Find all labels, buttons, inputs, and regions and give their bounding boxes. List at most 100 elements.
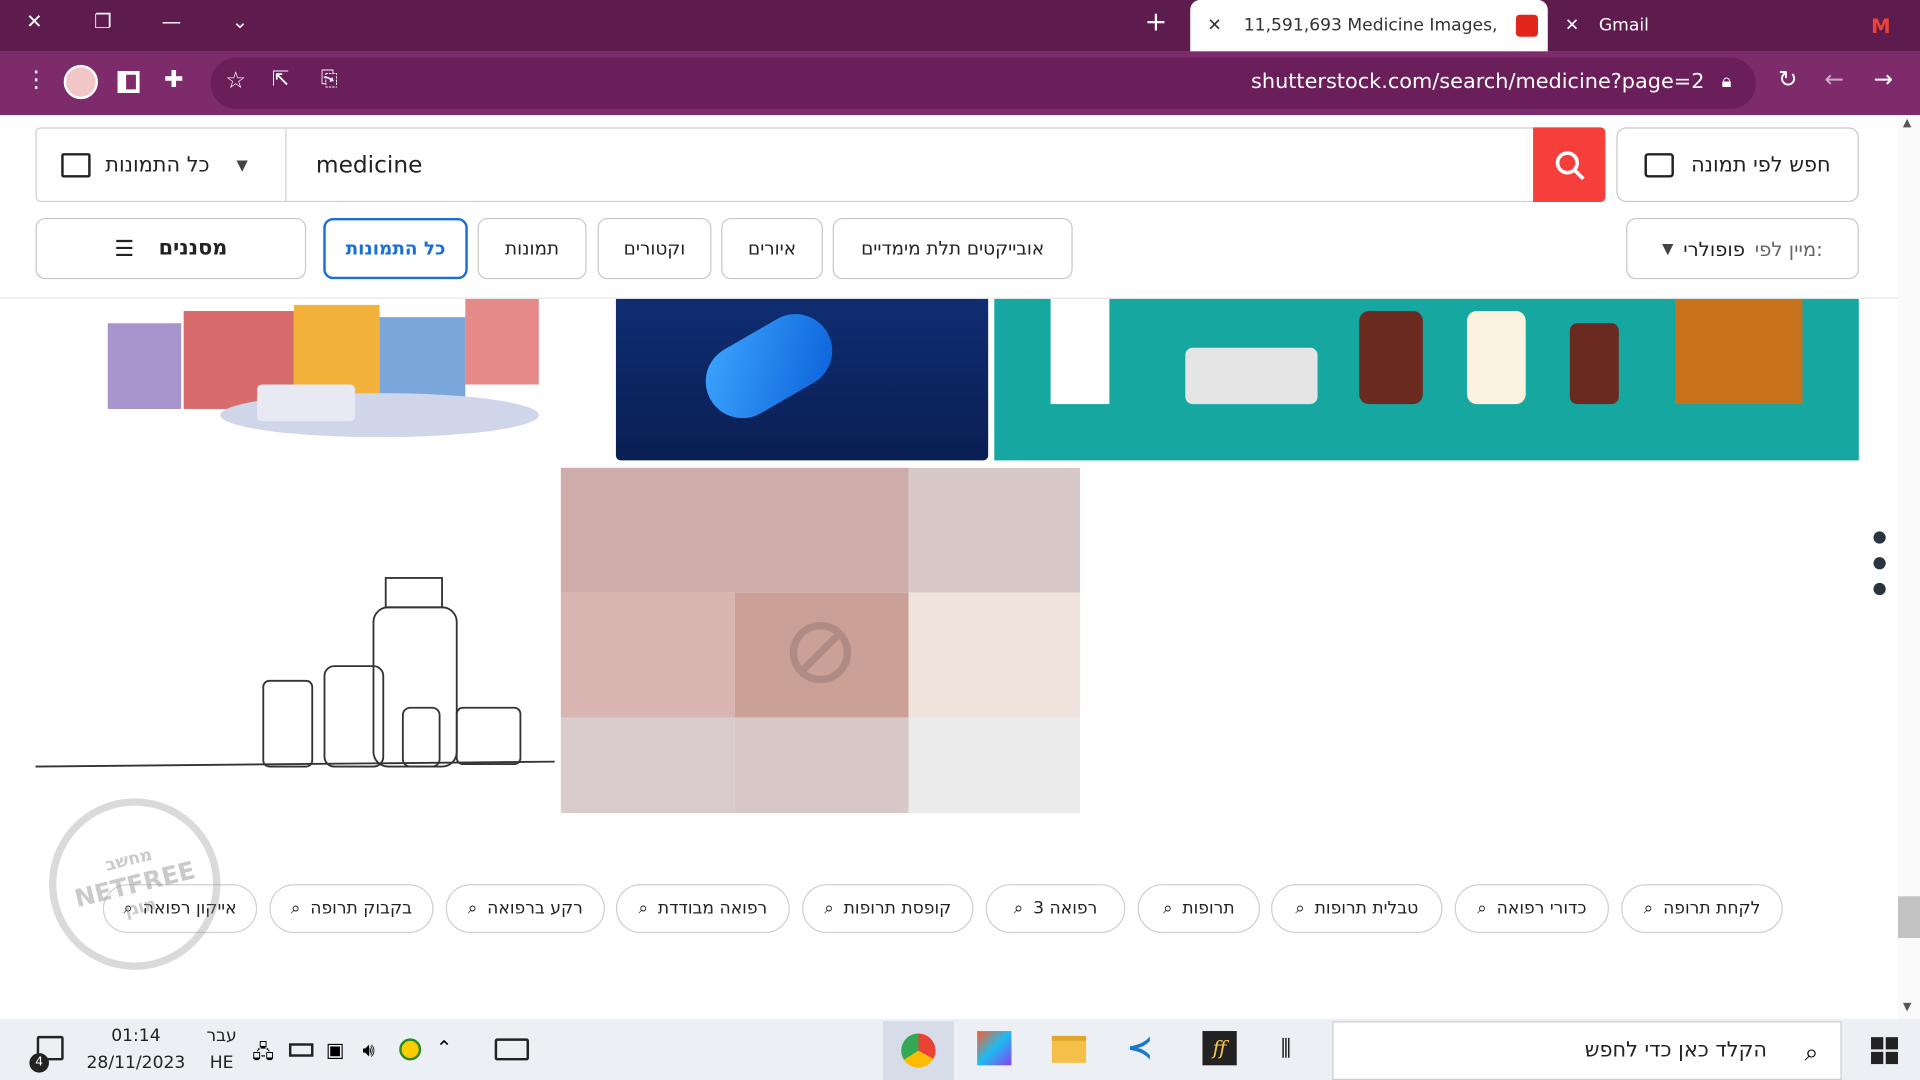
tab-title: Gmail bbox=[1598, 15, 1649, 36]
tab-title: 11,591,693 Medicine Images, Sto bbox=[1243, 15, 1499, 36]
extensions-icon[interactable]: ✚ bbox=[164, 66, 183, 93]
search-by-image-button[interactable]: חפש לפי תמונה bbox=[1616, 127, 1859, 203]
search-icon: ⌕ bbox=[1804, 1037, 1819, 1067]
carousel-dot[interactable] bbox=[1873, 557, 1886, 570]
blue-pill-image[interactable] bbox=[615, 298, 989, 461]
forward-icon[interactable]: → bbox=[1873, 66, 1892, 93]
display-icon[interactable]: ▣ bbox=[326, 1038, 345, 1061]
bottle-shape bbox=[1359, 311, 1423, 405]
blister-shape bbox=[1185, 347, 1318, 405]
taskbar-chrome-app[interactable] bbox=[882, 1021, 954, 1080]
shutterstock-favicon-icon bbox=[1515, 14, 1538, 37]
blocked-image-placeholder[interactable] bbox=[560, 467, 1081, 814]
pharmacy-vector-image[interactable] bbox=[994, 298, 1859, 461]
chevron-up-icon[interactable]: ⌃ bbox=[436, 1036, 452, 1059]
search-icon: ⌕ bbox=[467, 898, 478, 919]
chevron-down-icon: ▼ bbox=[1662, 240, 1674, 258]
fontforge-icon[interactable]: ff bbox=[1202, 1031, 1237, 1066]
tab-shutterstock[interactable]: ✕ 11,591,693 Medicine Images, Sto bbox=[1190, 0, 1548, 52]
back-icon[interactable]: ← bbox=[1825, 66, 1844, 93]
carousel-dot[interactable] bbox=[1873, 582, 1886, 596]
filters-button[interactable]: ☰ מסננים bbox=[35, 217, 307, 280]
box-shape bbox=[1050, 298, 1110, 405]
language-code: HE bbox=[209, 1053, 234, 1073]
box-shape bbox=[1675, 298, 1803, 405]
sidebar-icon[interactable] bbox=[117, 71, 140, 94]
related-search-chip[interactable]: ⌕ רקע ברפואה bbox=[445, 884, 605, 934]
minimize-window-icon[interactable]: — bbox=[157, 10, 186, 33]
vscode-icon[interactable]: ≺ bbox=[1127, 1031, 1161, 1065]
filter-3d-objects[interactable]: אובייקטים תלת מימדיים bbox=[832, 217, 1073, 280]
related-search-chip[interactable]: ⌕ בקבוק תרופה bbox=[269, 884, 434, 934]
search-icon: ⌕ bbox=[1162, 898, 1173, 919]
blocked-icon bbox=[789, 622, 852, 684]
translate-icon[interactable]: ⎘ bbox=[321, 67, 338, 91]
chevron-down-icon: ▼ bbox=[236, 156, 248, 174]
new-tab-icon[interactable]: + bbox=[1141, 7, 1170, 38]
taskbar-search-box[interactable]: הקלד כאן כדי לחפש ⌕ bbox=[1332, 1021, 1842, 1080]
bottle-shape bbox=[1569, 323, 1619, 405]
search-icon: ⌕ bbox=[638, 898, 649, 919]
battery-icon[interactable] bbox=[288, 1043, 314, 1057]
file-explorer-icon[interactable] bbox=[1051, 1035, 1087, 1063]
carousel-dot[interactable] bbox=[1873, 531, 1886, 544]
search-button[interactable] bbox=[1533, 127, 1606, 203]
volume-icon[interactable]: 🔊︎ bbox=[362, 1038, 374, 1062]
related-search-chip[interactable]: ⌕ תרופות bbox=[1137, 884, 1261, 934]
related-search-chip[interactable]: ⌕ כדורי רפואה bbox=[1454, 884, 1609, 934]
clock-time[interactable]: 01:14 bbox=[88, 1026, 184, 1046]
filter-illustrations[interactable]: איורים bbox=[721, 217, 823, 280]
image-type-dropdown[interactable]: כל התמונות ▼ bbox=[37, 128, 287, 201]
related-search-chip[interactable]: ⌕ לקחת תרופה bbox=[1621, 884, 1783, 934]
restore-window-icon[interactable]: ❐ bbox=[88, 10, 117, 33]
related-search-chip[interactable]: ⌕ טבלית תרופות bbox=[1271, 884, 1443, 934]
clock-date[interactable]: 28/11/2023 bbox=[78, 1053, 193, 1073]
bottle-shape bbox=[1466, 311, 1526, 405]
tab-gmail[interactable]: ✕ Gmail M bbox=[1550, 0, 1920, 51]
related-search-chip[interactable]: ⌕ קופסת תרופות bbox=[802, 884, 974, 934]
scrollbar-thumb[interactable] bbox=[1897, 896, 1920, 938]
close-tab-icon[interactable]: ✕ bbox=[1207, 16, 1221, 36]
line-art-medicine-image[interactable] bbox=[35, 571, 558, 774]
news-widget-icon[interactable] bbox=[494, 1038, 529, 1061]
search-icon: ⌕ bbox=[824, 898, 834, 919]
filter-all-images[interactable]: כל התמונות bbox=[323, 217, 468, 280]
network-icon[interactable]: 🖧︎ bbox=[252, 1038, 274, 1071]
tab-search-icon[interactable]: ⌄ bbox=[225, 10, 254, 33]
gmail-favicon-icon: M bbox=[1871, 14, 1891, 38]
netfree-watermark: מחשב NETFREE מוגן bbox=[30, 780, 239, 988]
language-indicator[interactable]: עבר bbox=[203, 1026, 240, 1046]
search-icon: ⌕ bbox=[1643, 898, 1654, 919]
windows-start-icon[interactable] bbox=[1871, 1037, 1898, 1065]
bookmark-star-icon[interactable]: ☆ bbox=[225, 67, 246, 94]
chrome-icon bbox=[901, 1033, 936, 1068]
search-icon: ⌕ bbox=[1013, 898, 1024, 919]
filter-photos[interactable]: תמונות bbox=[477, 217, 587, 280]
search-icon bbox=[1555, 150, 1584, 180]
filter-vectors[interactable]: וקטורים bbox=[597, 217, 712, 280]
medicine-illustration-image[interactable] bbox=[73, 298, 563, 470]
menu-dots-icon[interactable]: ⋮ bbox=[24, 66, 47, 93]
page-scrollbar[interactable]: ▲ ▼ bbox=[1897, 115, 1920, 1019]
search-icon: ⌕ bbox=[1477, 898, 1487, 919]
notification-count: 4 bbox=[29, 1053, 49, 1073]
url-text[interactable]: shutterstock.com/search/medicine?page=2 bbox=[1251, 70, 1704, 94]
close-tab-icon[interactable]: ✕ bbox=[1565, 16, 1579, 36]
task-view-icon[interactable]: ⫼ bbox=[1281, 1036, 1291, 1062]
pill-shape bbox=[692, 300, 846, 432]
search-input[interactable]: medicine bbox=[316, 152, 423, 179]
image-icon bbox=[61, 152, 91, 177]
related-search-chip[interactable]: ⌕ רפואה מבודדת bbox=[615, 884, 790, 934]
profile-avatar[interactable] bbox=[63, 64, 98, 100]
search-icon: ⌕ bbox=[290, 898, 301, 919]
share-icon[interactable]: ⇱ bbox=[272, 67, 289, 91]
camera-icon bbox=[1644, 152, 1674, 177]
related-search-chip[interactable]: ⌕ רפואה 3 bbox=[985, 884, 1126, 934]
lock-icon: 🔒︎ bbox=[1721, 69, 1732, 92]
tray-app-icon[interactable] bbox=[399, 1038, 422, 1061]
search-icon: ⌕ bbox=[1295, 898, 1305, 919]
sort-dropdown[interactable]: ▼ פופולרי מיין לפי: bbox=[1626, 217, 1859, 280]
close-window-icon[interactable]: ✕ bbox=[20, 10, 49, 33]
reload-icon[interactable]: ↻ bbox=[1778, 66, 1797, 93]
intellij-icon[interactable] bbox=[977, 1031, 1012, 1066]
